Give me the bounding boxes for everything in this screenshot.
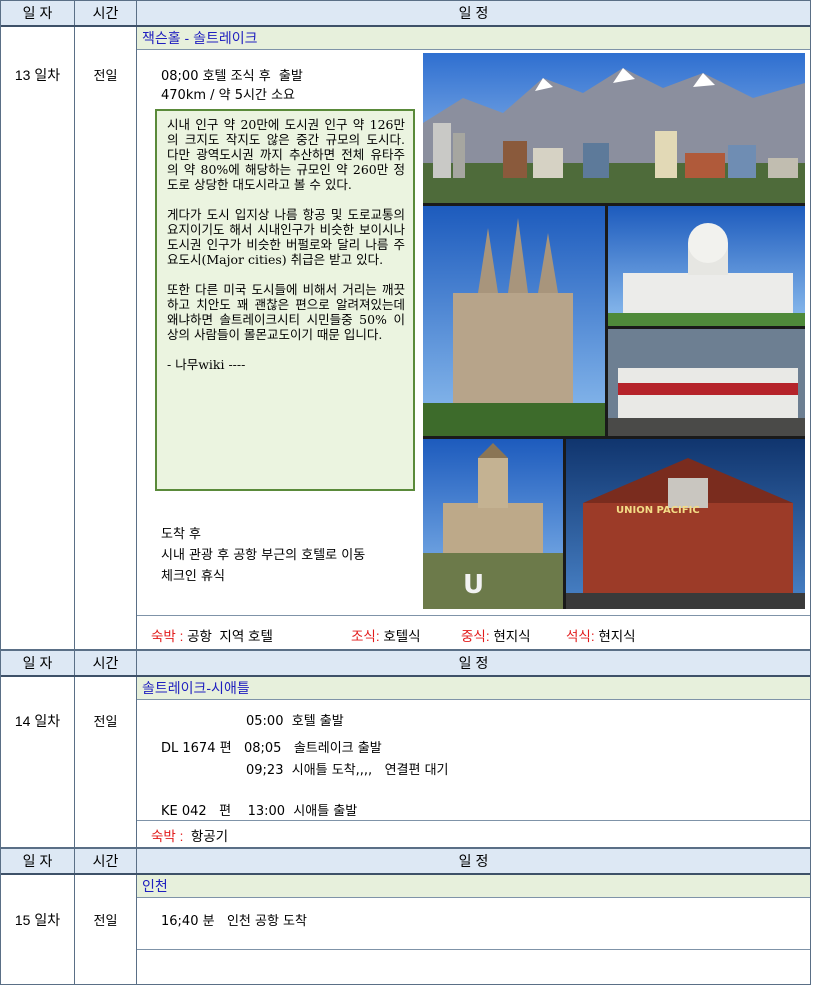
city-info-box: 시내 인구 약 20만에 도시권 인구 약 126만의 크지도 작지도 않은 중… [155, 109, 415, 491]
station-sign: UNION PACIFIC [616, 505, 700, 516]
schedule-line: 16;40 분 인천 공항 도착 [161, 914, 307, 929]
svg-text:U: U [463, 570, 484, 600]
time-label: 전일 [93, 913, 118, 928]
lodging-value: 항공기 [183, 829, 229, 844]
info-paragraph: 시내 인구 약 20만에 도시권 인구 약 126만의 크지도 작지도 않은 중… [167, 117, 405, 192]
lunch-label: 중식: [461, 629, 490, 644]
time-label: 전일 [93, 714, 118, 729]
bottom-divider [137, 949, 810, 950]
lodging-value: 공항 지역 호텔 [183, 629, 273, 644]
skyline-photo [423, 53, 805, 203]
schedule-line: 470km / 약 5시간 소요 [161, 88, 295, 103]
salt-lake-photo-collage: U UNION PACIFIC [423, 53, 805, 609]
temple-photo [423, 206, 605, 436]
arrival-line: 시내 관광 후 공항 부근의 호텔로 이동 [161, 548, 366, 563]
day-column [1, 677, 75, 847]
route-title: 솔트레이크-시애틀 [137, 677, 810, 700]
table-header: 일 자 시간 일 정 [1, 651, 810, 677]
table-header: 일 자 시간 일 정 [1, 1, 810, 27]
header-time: 시간 [75, 849, 137, 873]
lodging-info: 숙박 : 항공기 [151, 825, 228, 845]
schedule-line: KE 042 편 13:00 시애틀 출발 [161, 804, 358, 819]
meal-divider [137, 615, 810, 616]
lodging-label: 숙박 : [151, 629, 184, 644]
day15-block: 일 자 시간 일 정 15 일차 전일 인천 16;40 분 인천 공항 도착 [0, 848, 811, 985]
arrival-line: 도착 후 [161, 527, 202, 542]
day-column [1, 27, 75, 649]
union-pacific-station-photo: UNION PACIFIC [566, 439, 805, 609]
time-label: 전일 [93, 68, 118, 83]
header-schedule: 일 정 [458, 5, 489, 21]
lodging-info: 숙박 : 공항 지역 호텔 [151, 625, 273, 645]
collage-svg: U UNION PACIFIC [423, 53, 805, 609]
day13-block: 일 자 시간 일 정 13 일차 전일 잭슨홀 - 솔트레이크 08;00 호텔… [0, 0, 811, 650]
table-header: 일 자 시간 일 정 [1, 849, 810, 875]
schedule-line: 05:00 호텔 출발 [246, 714, 344, 729]
time-column [75, 27, 137, 649]
meal-divider [137, 820, 810, 821]
header-time: 시간 [75, 1, 137, 25]
dinner-label: 석식: [566, 629, 595, 644]
header-schedule: 일 정 [458, 853, 489, 869]
city-county-building-photo: U [423, 439, 563, 609]
breakfast-info: 조식: 호텔식 [351, 625, 421, 645]
time-column [75, 677, 137, 847]
breakfast-label: 조식: [351, 629, 380, 644]
dinner-value: 현지식 [594, 629, 636, 644]
schedule-line: 09;23 시애틀 도착,,,, 연결편 대기 [246, 763, 449, 778]
capitol-photo [608, 206, 805, 326]
day-label: 13 일차 [14, 67, 61, 83]
info-source: - 나무wiki ---- [167, 357, 246, 372]
info-paragraph: 또한 다른 미국 도시들에 비해서 거리는 깨끗하고 치안도 꽤 괜찮은 편으로… [167, 282, 405, 342]
lunch-value: 현지식 [489, 629, 531, 644]
day-label: 15 일차 [14, 912, 61, 928]
dinner-info: 석식: 현지식 [566, 625, 636, 645]
header-day: 일 자 [1, 849, 75, 873]
tram-photo [608, 329, 805, 436]
header-day: 일 자 [1, 1, 75, 25]
day-label: 14 일차 [14, 713, 61, 729]
schedule-line: 08;00 호텔 조식 후 출발 [161, 69, 303, 84]
itinerary-page: 일 자 시간 일 정 13 일차 전일 잭슨홀 - 솔트레이크 08;00 호텔… [0, 0, 813, 986]
lodging-label: 숙박 : [151, 829, 184, 844]
breakfast-value: 호텔식 [379, 629, 421, 644]
schedule-line: DL 1674 편 08;05 솔트레이크 출발 [161, 741, 382, 756]
route-title: 잭슨홀 - 솔트레이크 [137, 27, 810, 50]
header-day: 일 자 [1, 651, 75, 675]
header-time: 시간 [75, 651, 137, 675]
header-schedule: 일 정 [458, 655, 489, 671]
info-paragraph: 게다가 도시 입지상 나름 항공 및 도로교통의 요지이기도 해서 시내인구가 … [167, 207, 405, 267]
arrival-line: 체크인 휴식 [161, 569, 225, 584]
lunch-info: 중식: 현지식 [461, 625, 531, 645]
time-column [75, 875, 137, 984]
route-title: 인천 [137, 875, 810, 898]
day14-block: 일 자 시간 일 정 14 일차 전일 솔트레이크-시애틀 05:00 호텔 출… [0, 650, 811, 848]
